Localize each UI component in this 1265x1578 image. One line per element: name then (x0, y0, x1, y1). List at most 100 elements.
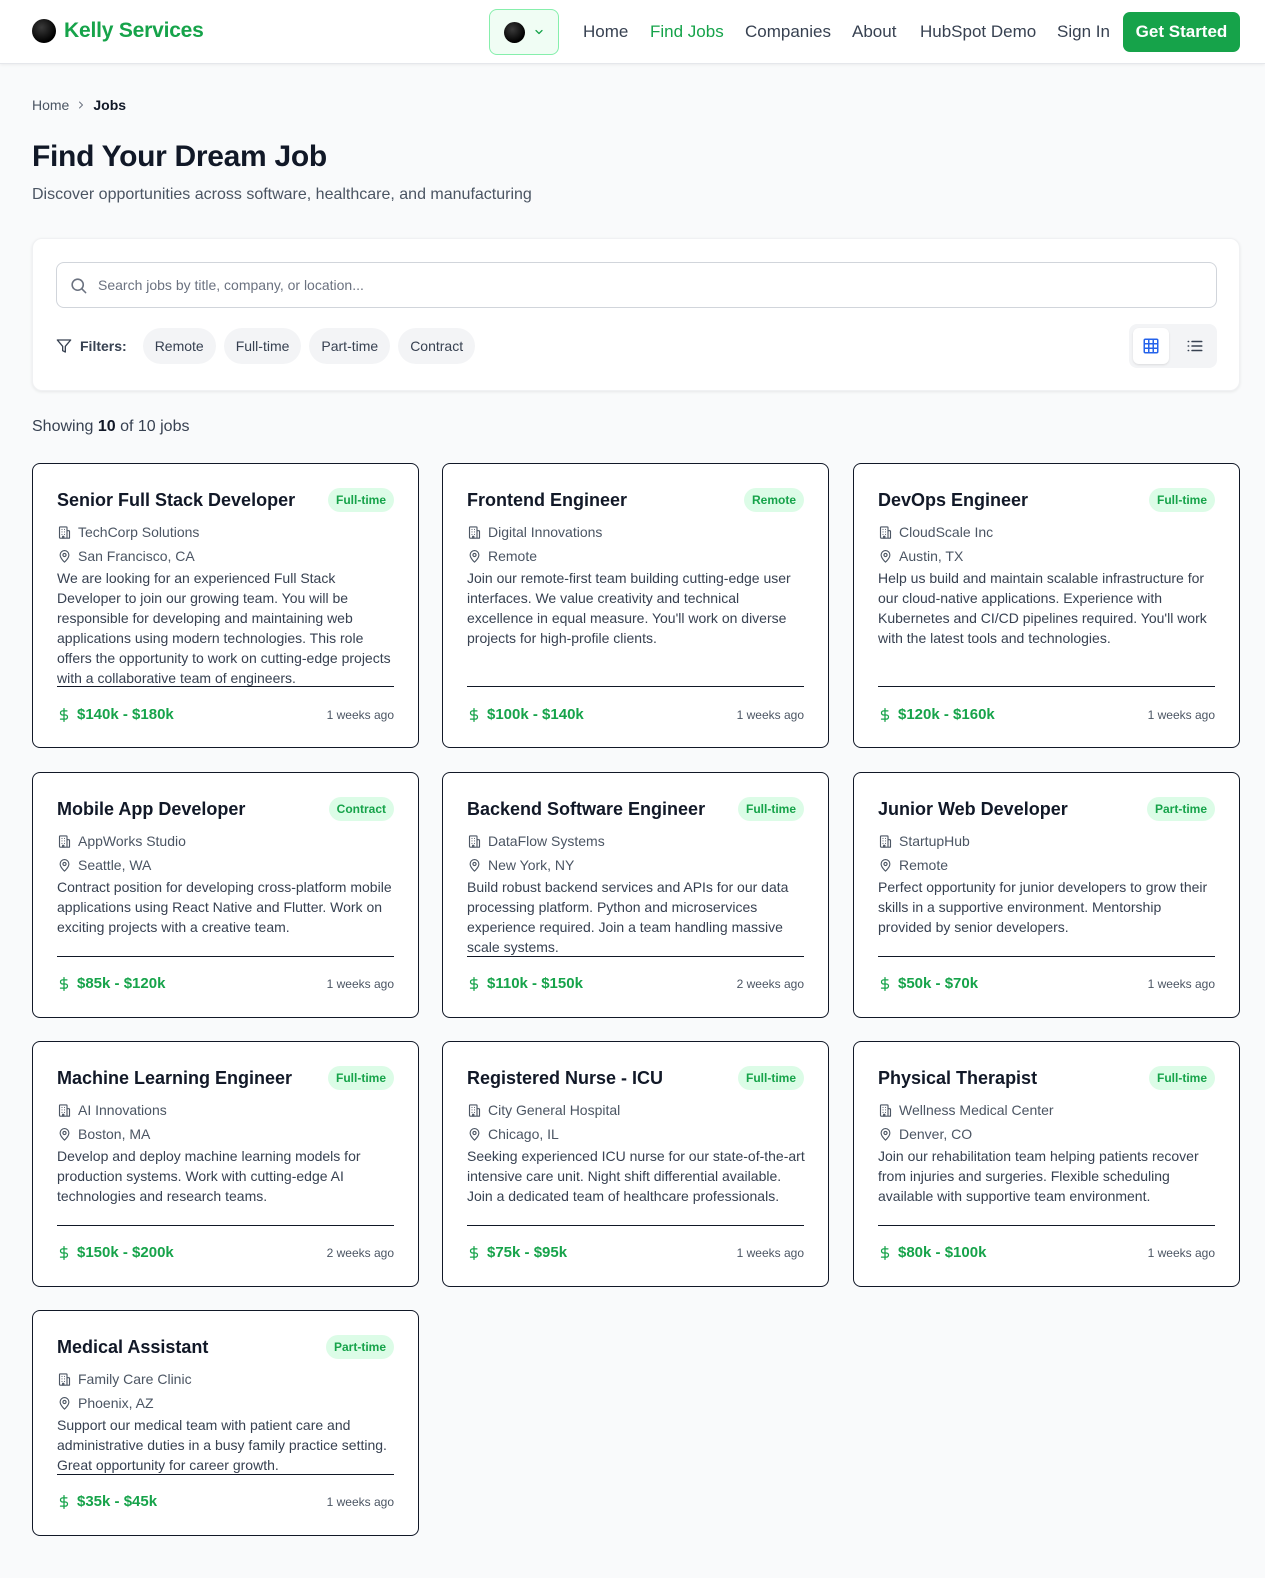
card-divider (57, 686, 394, 687)
job-location-text: Remote (488, 548, 538, 564)
brand-logo[interactable]: Kelly Services (32, 19, 204, 43)
nav-find-jobs[interactable]: Find Jobs (650, 22, 724, 42)
job-title: Junior Web Developer (878, 799, 1068, 819)
job-card[interactable]: Mobile App Developer Contract AppWorks S… (32, 772, 419, 1018)
breadcrumb: Home Jobs (32, 97, 126, 113)
job-posted-date: 1 weeks ago (1147, 1246, 1215, 1260)
job-company: CloudScale Inc (878, 524, 993, 540)
map-pin-icon (59, 549, 70, 563)
job-type-badge: Full-time (1149, 1066, 1215, 1090)
nav-home[interactable]: Home (583, 22, 628, 42)
job-title: Backend Software Engineer (467, 799, 706, 819)
job-company: Wellness Medical Center (878, 1102, 1054, 1118)
job-company-name: AppWorks Studio (78, 833, 186, 849)
job-card[interactable]: DevOps Engineer Full-time CloudScale Inc… (853, 463, 1240, 748)
job-posted-date: 1 weeks ago (326, 977, 394, 991)
job-company: StartupHub (878, 833, 970, 849)
job-posted-date: 1 weeks ago (326, 708, 394, 722)
results-count: Showing 10 of 10 jobs (32, 418, 189, 436)
map-pin-icon (880, 858, 891, 872)
job-card[interactable]: Backend Software Engineer Full-time Data… (442, 772, 829, 1018)
job-salary: $120k - $160k (878, 706, 995, 723)
job-location-text: Denver, CO (899, 1126, 973, 1142)
theme-swatch-icon (503, 21, 525, 43)
grid-view-button[interactable] (1133, 328, 1169, 364)
nav-companies[interactable]: Companies (745, 22, 831, 42)
job-salary: $100k - $140k (467, 706, 584, 723)
job-salary: $85k - $120k (57, 975, 165, 992)
job-card[interactable]: Physical Therapist Full-time Wellness Me… (853, 1041, 1240, 1287)
job-type-badge: Full-time (738, 797, 804, 821)
job-title: Machine Learning Engineer (57, 1068, 293, 1088)
map-pin-icon (59, 858, 70, 872)
job-location-text: San Francisco, CA (78, 548, 195, 564)
nav-about[interactable]: About (852, 22, 896, 42)
card-divider (57, 1225, 394, 1226)
nav-sign-in[interactable]: Sign In (1057, 22, 1110, 42)
job-company: DataFlow Systems (467, 833, 605, 849)
job-description: Contract position for developing cross-p… (57, 879, 392, 935)
job-description: Build robust backend services and APIs f… (467, 879, 789, 955)
job-salary-text: $75k - $95k (487, 1244, 568, 1261)
filter-chip-contract[interactable]: Contract (398, 328, 476, 364)
filters-label: Filters: (80, 338, 127, 354)
job-type-badge: Part-time (325, 1335, 394, 1359)
job-card[interactable]: Registered Nurse - ICU Full-time City Ge… (442, 1041, 829, 1287)
job-posted-date: 2 weeks ago (736, 977, 804, 991)
card-divider (878, 1225, 1215, 1226)
job-salary: $140k - $180k (57, 706, 174, 723)
building-icon (468, 834, 481, 848)
job-company: Digital Innovations (467, 524, 602, 540)
search-input[interactable]: Search jobs by title, company, or locati… (56, 262, 1217, 308)
dollar-icon (59, 1245, 69, 1260)
search-placeholder: Search jobs by title, company, or locati… (98, 277, 364, 293)
breadcrumb-home[interactable]: Home (32, 97, 69, 113)
filter-chip-part-time[interactable]: Part-time (309, 328, 391, 364)
job-card[interactable]: Medical Assistant Part-time Family Care … (32, 1310, 419, 1536)
dollar-icon (469, 976, 479, 991)
results-shown: 10 (97, 418, 116, 435)
map-pin-icon (59, 1396, 70, 1410)
search-filter-panel: Search jobs by title, company, or locati… (32, 238, 1240, 391)
brand-name: Kelly Services (64, 19, 204, 42)
page-subtitle: Discover opportunities across software, … (32, 186, 532, 203)
card-divider (878, 686, 1215, 687)
job-salary: $75k - $95k (467, 1244, 567, 1261)
job-location: Remote (878, 857, 948, 873)
filter-chip-full-time[interactable]: Full-time (223, 328, 302, 364)
theme-selector-button[interactable] (489, 9, 559, 55)
job-type-badge: Remote (743, 488, 804, 512)
job-location-text: New York, NY (488, 857, 575, 873)
filter-chip-remote[interactable]: Remote (142, 328, 216, 364)
card-divider (467, 956, 804, 957)
job-company-name: Wellness Medical Center (899, 1102, 1054, 1118)
grid-view-icon (1143, 338, 1159, 354)
logo-circle-icon (32, 19, 56, 43)
job-title: Senior Full Stack Developer (57, 490, 296, 510)
map-pin-icon (469, 1127, 480, 1141)
job-company: City General Hospital (467, 1102, 620, 1118)
job-location: Boston, MA (57, 1126, 150, 1142)
job-card[interactable]: Senior Full Stack Developer Full-time Te… (32, 463, 419, 748)
job-location-text: Boston, MA (78, 1126, 151, 1142)
breadcrumb-current: Jobs (93, 97, 127, 113)
job-company: AI Innovations (57, 1102, 167, 1118)
job-salary-text: $35k - $45k (77, 1493, 158, 1510)
get-started-button[interactable]: Get Started (1123, 12, 1240, 52)
job-title: Medical Assistant (57, 1337, 209, 1357)
building-icon (58, 834, 71, 848)
nav-hubspot-demo[interactable]: HubSpot Demo (920, 22, 1036, 42)
building-icon (879, 834, 892, 848)
job-location-text: Seattle, WA (78, 857, 152, 873)
card-divider (57, 1474, 394, 1475)
search-icon (71, 277, 87, 293)
list-view-button[interactable] (1177, 328, 1213, 364)
job-location: Phoenix, AZ (57, 1395, 154, 1411)
dollar-icon (469, 1245, 479, 1260)
map-pin-icon (59, 1127, 70, 1141)
job-card[interactable]: Frontend Engineer Remote Digital Innovat… (442, 463, 829, 748)
job-company-name: StartupHub (899, 833, 970, 849)
job-card[interactable]: Machine Learning Engineer Full-time AI I… (32, 1041, 419, 1287)
job-card[interactable]: Junior Web Developer Part-time StartupHu… (853, 772, 1240, 1018)
job-location: Remote (467, 548, 537, 564)
